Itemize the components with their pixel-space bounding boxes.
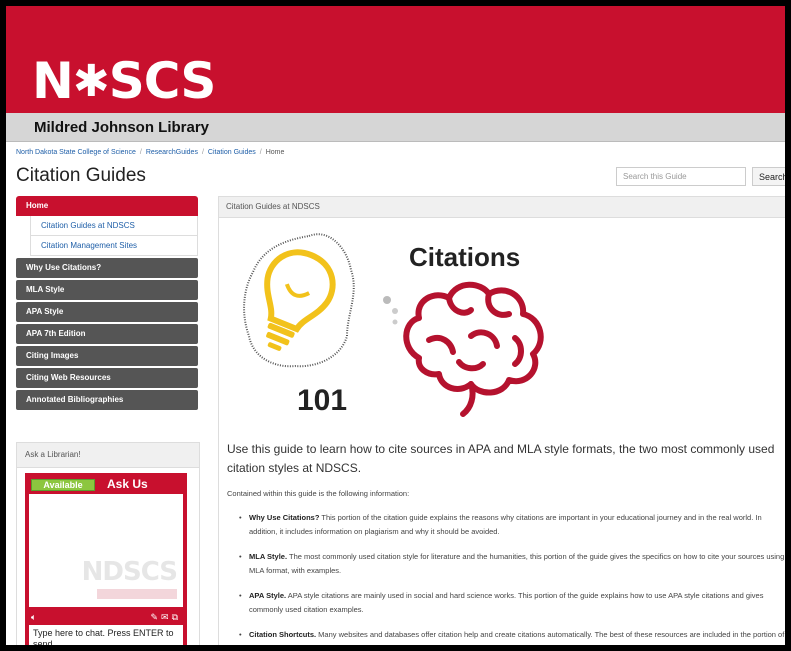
list-item-title: Why Use Citations?	[249, 513, 320, 522]
list-item: Why Use Citations? This portion of the c…	[239, 511, 785, 539]
ask-a-librarian-box: Ask a Librarian! Available Ask Us NDSCS …	[16, 442, 200, 645]
nav-item-home[interactable]: Home	[16, 196, 198, 216]
chat-status-label: Available	[32, 480, 94, 490]
nav-item-citing-web-resources[interactable]: Citing Web Resources	[16, 368, 198, 388]
attach-icon[interactable]: ✎	[150, 612, 161, 622]
list-item-text: Many websites and databases offer citati…	[249, 630, 785, 645]
email-icon[interactable]: ✉	[161, 612, 172, 622]
chat-watermark-bar	[97, 589, 177, 599]
list-item-text: This portion of the citation guide expla…	[249, 513, 762, 536]
chat-toolbar: 🔈︎ ✎✉⧉	[29, 612, 183, 624]
list-item: APA Style. APA style citations are mainl…	[239, 589, 785, 617]
page: N✱SCS Mildred Johnson Library North Dako…	[6, 6, 785, 645]
contained-text: Contained within this guide is the follo…	[227, 489, 410, 498]
library-name[interactable]: Mildred Johnson Library	[34, 119, 209, 136]
breadcrumb: North Dakota State College of Science / Re…	[16, 149, 285, 156]
breadcrumb-researchguides[interactable]: ResearchGuides	[146, 149, 198, 156]
chat-watermark-logo: NDSCS	[81, 557, 178, 587]
nav-item-citing-images[interactable]: Citing Images	[16, 346, 198, 366]
intro-text: Use this guide to learn how to cite sour…	[227, 442, 775, 475]
nav-item-mla-style[interactable]: MLA Style	[16, 280, 198, 300]
graphic-title: Citations	[409, 242, 520, 272]
chat-widget: Available Ask Us NDSCS 🔈︎ ✎✉⧉ Type here …	[25, 473, 187, 645]
list-item-title: APA Style.	[249, 591, 287, 600]
chat-input[interactable]: Type here to chat. Press ENTER to send.	[29, 625, 183, 645]
chat-tools: ✎✉⧉	[150, 612, 181, 623]
list-item: Citation Shortcuts. Many websites and da…	[239, 628, 785, 645]
popout-icon[interactable]: ⧉	[172, 612, 181, 622]
nav-item-apa-7th-edition[interactable]: APA 7th Edition	[16, 324, 198, 344]
main-box-heading: Citation Guides at NDSCS	[219, 197, 785, 218]
site-banner: N✱SCS	[6, 6, 785, 113]
dot-3	[392, 319, 398, 325]
breadcrumb-citation-guides[interactable]: Citation Guides	[208, 149, 256, 156]
dot-2	[392, 308, 398, 314]
library-bar: Mildred Johnson Library	[6, 113, 785, 142]
chat-ask-us-label: Ask Us	[107, 477, 148, 491]
nav-item-annotated-bibliographies[interactable]: Annotated Bibliographies	[16, 390, 198, 410]
chat-transcript: NDSCS	[29, 494, 183, 607]
search-input[interactable]	[616, 167, 746, 186]
citations-101-graphic: Citations 101	[243, 233, 544, 417]
brain-icon	[403, 281, 544, 417]
graphic-number: 101	[297, 384, 347, 417]
topic-list: Why Use Citations? This portion of the c…	[239, 511, 785, 645]
dot-1	[383, 296, 391, 304]
list-item-title: MLA Style.	[249, 552, 288, 561]
list-item-text: APA style citations are mainly used in s…	[249, 591, 764, 614]
list-item-text: The most commonly used citation style fo…	[249, 552, 785, 575]
page-title: Citation Guides	[16, 165, 146, 186]
ndscs-logo[interactable]: N✱SCS	[32, 56, 216, 106]
guide-nav: Home Citation Guides at NDSCS Citation M…	[16, 196, 198, 410]
nav-item-apa-style[interactable]: APA Style	[16, 302, 198, 322]
list-item-title: Citation Shortcuts.	[249, 630, 317, 639]
nav-subitem-citation-guides-at-ndscs[interactable]: Citation Guides at NDSCS	[30, 216, 198, 236]
nav-item-why-use-citations[interactable]: Why Use Citations?	[16, 258, 198, 278]
chat-status-badge: Available	[31, 479, 95, 491]
list-item: MLA Style. The most commonly used citati…	[239, 550, 785, 578]
breadcrumb-college[interactable]: North Dakota State College of Science	[16, 149, 136, 156]
breadcrumb-home: Home	[265, 149, 285, 156]
main-content-box: Citation Guides at NDSCS Citations 101 U…	[218, 196, 785, 645]
search-button[interactable]: Search	[752, 167, 785, 186]
ask-a-librarian-heading: Ask a Librarian!	[17, 443, 199, 468]
nav-subitem-citation-management-sites[interactable]: Citation Management Sites	[30, 236, 198, 256]
sound-icon[interactable]: 🔈︎	[31, 612, 36, 623]
